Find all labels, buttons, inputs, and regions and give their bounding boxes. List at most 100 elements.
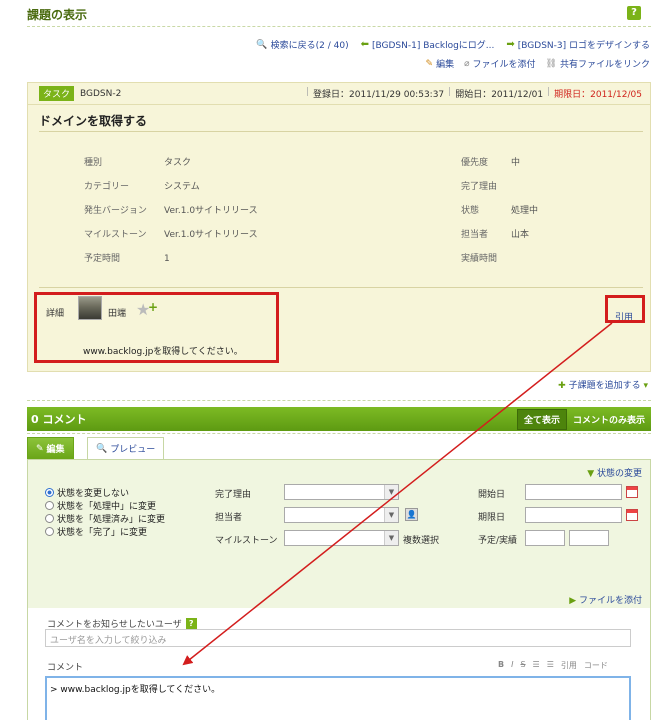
italic-button[interactable]: I — [511, 660, 513, 671]
attr-row: 状態 処理中 — [461, 206, 539, 216]
triangle-down-icon: ▼ — [587, 469, 595, 479]
divider — [27, 433, 651, 434]
attr-row: 種別 タスク — [84, 158, 192, 168]
issue-key: BGDSN-2 — [80, 88, 122, 99]
separator: | — [547, 87, 551, 97]
divider — [27, 400, 651, 401]
pencil-icon: ✎ — [425, 58, 434, 69]
tab-preview[interactable]: 🔍 プレビュー — [87, 437, 165, 459]
calendar-icon[interactable] — [626, 486, 638, 498]
radio-button[interactable] — [45, 514, 54, 523]
quote-button[interactable]: 引用 — [561, 660, 577, 671]
attr-row: 発生バージョン Ver.1.0サイトリリース — [84, 206, 258, 216]
prev-issue-link[interactable]: ⬅ [BGDSN-1] Backlogにログ... — [361, 38, 495, 51]
status-change-toggle[interactable]: ▼ 状態の変更 — [587, 466, 642, 479]
edit-link[interactable]: ✎ 編集 — [425, 57, 455, 71]
arrow-left-icon: ⬅ — [360, 39, 369, 50]
radio-button[interactable] — [45, 488, 54, 497]
estimate-label: 予定/実績 — [478, 536, 518, 546]
comment-count: 0 コメント — [31, 413, 87, 426]
due-date-label: 期限日 — [478, 513, 506, 523]
issue-navigation: 🔍 検索に戻る(2 / 40) ⬅ [BGDSN-1] Backlogにログ... … — [256, 38, 650, 51]
attr-row: 優先度中 — [461, 158, 521, 168]
start-date-label: 開始日 — [478, 490, 506, 500]
separator: | — [305, 87, 309, 97]
page-title: 課題の表示 — [27, 8, 88, 22]
comment-header: 0 コメント 全て表示 コメントのみ表示 — [27, 407, 651, 431]
pencil-icon: ✎ — [36, 443, 44, 454]
assign-to-me-icon[interactable]: 👤 — [405, 508, 418, 521]
attr-row: 担当者 山本 — [461, 230, 530, 240]
paperclip-icon: ⌀ — [464, 58, 470, 69]
link-icon: ⛓ — [545, 58, 557, 69]
assignee-label: 担当者 — [215, 513, 243, 523]
chevron-down-icon: ▼ — [384, 485, 398, 499]
link-shared-file-link[interactable]: ⛓ 共有ファイルをリンク — [545, 57, 650, 71]
code-button[interactable]: コード — [584, 660, 608, 671]
next-issue-link[interactable]: ➡ [BGDSN-3] ロゴをデザインする — [506, 38, 650, 51]
attr-row: 実績時間 — [461, 254, 498, 264]
start-date: 開始日：2011/12/01 — [455, 90, 544, 100]
multi-select-link[interactable]: 複数選択 — [403, 533, 439, 546]
strike-button[interactable]: S — [520, 660, 525, 671]
resolution-label: 完了理由 — [215, 490, 252, 500]
help-button[interactable]: ? — [627, 6, 641, 20]
comments-only-button[interactable]: コメントのみ表示 — [573, 413, 645, 426]
issue-dates: | 登録日：2011/11/29 00:53:37 | 開始日：2011/12/… — [306, 87, 642, 100]
show-all-button[interactable]: 全て表示 — [516, 408, 567, 430]
due-date: 期限日：2011/12/05 — [554, 90, 642, 100]
highlight-box-description — [34, 292, 279, 363]
chevron-down-icon: ▼ — [384, 508, 398, 522]
comment-label: コメント — [47, 663, 84, 673]
milestone-select[interactable]: ▼ — [284, 530, 399, 546]
issue-type-badge: タスク — [39, 86, 75, 101]
bold-button[interactable]: B — [498, 660, 504, 671]
radio-in-progress[interactable]: 状態を「処理中」に変更 — [45, 499, 156, 512]
attach-file-toggle[interactable]: ▶ ファイルを添付 — [569, 593, 642, 606]
divider — [39, 131, 643, 132]
comment-editor: ▼ 状態の変更 状態を変更しない 状態を「処理中」に変更 状態を「処理済み」に変… — [27, 459, 651, 720]
estimate-input[interactable] — [525, 530, 565, 546]
format-toolbar: B I S ☰ ☰ 引用 コード — [498, 660, 608, 671]
radio-button[interactable] — [45, 527, 54, 536]
bullet-list-button[interactable]: ☰ — [533, 660, 540, 671]
issue-title: ドメインを取得する — [39, 114, 148, 128]
attr-row: マイルストーン Ver.1.0サイトリリース — [84, 230, 258, 240]
arrow-right-icon: ➡ — [506, 39, 515, 50]
milestone-label: マイルストーン — [215, 536, 278, 546]
created-date: 登録日：2011/11/29 00:53:37 — [313, 90, 445, 100]
tab-edit[interactable]: ✎ 編集 — [27, 437, 74, 459]
calendar-icon[interactable] — [626, 509, 638, 521]
magnifier-icon: 🔍 — [256, 39, 268, 50]
issue-actions: ✎ 編集 ⌀ ファイルを添付 ⛓ 共有ファイルをリンク — [425, 57, 650, 71]
radio-closed[interactable]: 状態を「完了」に変更 — [45, 525, 147, 538]
separator: | — [448, 87, 452, 97]
comment-textarea[interactable]: > www.backlog.jpを取得してください。 — [45, 676, 631, 720]
resolution-select[interactable]: ▼ — [284, 484, 399, 500]
number-list-button[interactable]: ☰ — [547, 660, 554, 671]
attr-row: カテゴリー システム — [84, 182, 200, 192]
chevron-down-icon: ▼ — [384, 531, 398, 545]
attach-file-link[interactable]: ⌀ ファイルを添付 — [464, 57, 535, 71]
add-child-issue-link[interactable]: ✚ 子課題を追加する ▾ — [558, 378, 648, 391]
attr-row: 予定時間 1 — [84, 254, 170, 264]
assignee-select[interactable]: ▼ — [284, 507, 399, 523]
triangle-right-icon: ▶ — [569, 596, 577, 606]
help-icon[interactable]: ? — [185, 618, 197, 629]
due-date-input[interactable] — [525, 507, 622, 523]
radio-no-change[interactable]: 状態を変更しない — [45, 486, 129, 499]
plus-icon: ✚ — [558, 381, 566, 391]
magnifier-icon: 🔍 — [96, 443, 108, 454]
chevron-down-icon: ▾ — [643, 381, 648, 391]
attr-row: 完了理由 — [461, 182, 498, 192]
issue-header: タスク BGDSN-2 | 登録日：2011/11/29 00:53:37 | … — [28, 83, 650, 105]
actual-input[interactable] — [569, 530, 609, 546]
highlight-box-quote — [605, 295, 645, 323]
radio-button[interactable] — [45, 501, 54, 510]
divider — [27, 26, 651, 27]
start-date-input[interactable] — [525, 484, 622, 500]
notify-user-input[interactable]: ユーザ名を入力して絞り込み — [45, 629, 631, 647]
divider — [39, 287, 643, 288]
back-to-search-link[interactable]: 🔍 検索に戻る(2 / 40) — [256, 38, 348, 52]
radio-resolved[interactable]: 状態を「処理済み」に変更 — [45, 512, 165, 525]
